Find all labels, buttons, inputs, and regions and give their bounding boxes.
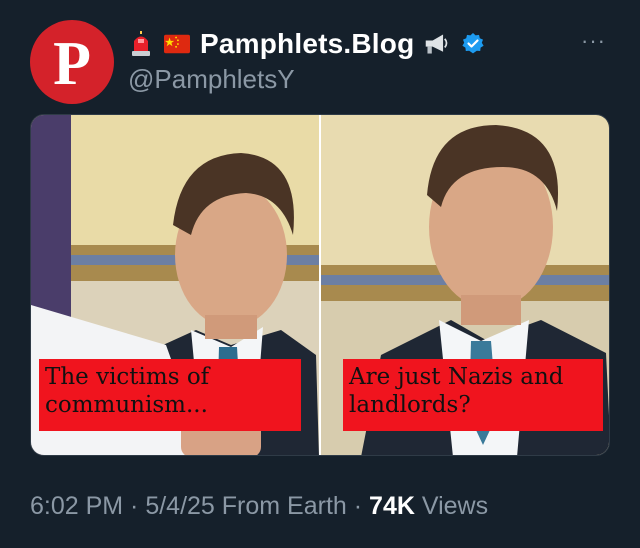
views-count[interactable]: 74K bbox=[369, 492, 415, 520]
avatar-letter: P bbox=[53, 30, 91, 98]
caption-left: The victims of communism... bbox=[39, 359, 301, 431]
tweet-source: From Earth bbox=[214, 492, 347, 520]
views-label: Views bbox=[414, 492, 489, 520]
tweet-media[interactable]: The victims of communism... Are just Naz… bbox=[30, 114, 610, 456]
tweet-metadata: 6:02 PM · 5/4/25 From Earth · 74K Views bbox=[30, 492, 488, 521]
meta-separator: · bbox=[346, 492, 370, 520]
avatar[interactable]: P bbox=[30, 20, 114, 104]
verified-badge-icon[interactable] bbox=[460, 31, 486, 57]
police-light-icon bbox=[128, 31, 154, 57]
megaphone-icon bbox=[424, 31, 450, 57]
display-name[interactable]: Pamphlets.Blog bbox=[200, 28, 414, 60]
caption-right: Are just Nazis and landlords? bbox=[343, 359, 603, 431]
meta-separator: · bbox=[123, 492, 146, 520]
china-flag-icon bbox=[164, 31, 190, 57]
more-options-icon[interactable]: ··· bbox=[581, 30, 606, 52]
author-name-row: Pamphlets.Blog bbox=[128, 24, 486, 64]
tweet-time[interactable]: 6:02 PM bbox=[30, 492, 123, 520]
author-handle[interactable]: @PamphletsY bbox=[128, 64, 295, 95]
tweet-date[interactable]: 5/4/25 bbox=[145, 492, 215, 520]
